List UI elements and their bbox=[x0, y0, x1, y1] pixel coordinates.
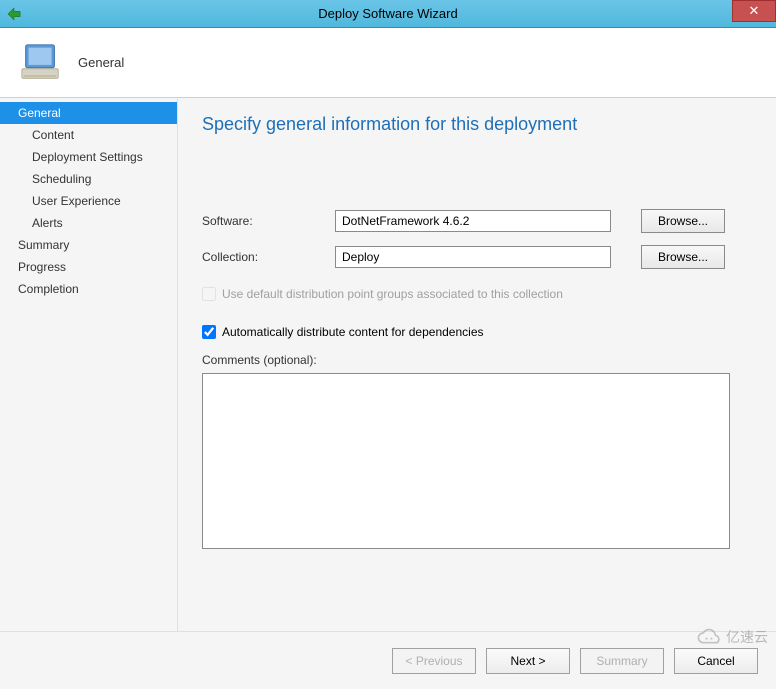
nav-item-completion[interactable]: Completion bbox=[0, 278, 177, 300]
app-icon bbox=[0, 7, 28, 21]
close-button[interactable]: ✕ bbox=[732, 0, 776, 22]
software-label: Software: bbox=[202, 214, 327, 228]
computer-icon bbox=[18, 40, 64, 86]
nav-item-content[interactable]: Content bbox=[0, 124, 177, 146]
auto-dist-checkbox-row[interactable]: Automatically distribute content for dep… bbox=[202, 325, 752, 339]
default-dist-checkbox bbox=[202, 287, 216, 301]
browse-collection-button[interactable]: Browse... bbox=[641, 245, 725, 269]
wizard-content: Specify general information for this dep… bbox=[178, 98, 776, 631]
auto-dist-label: Automatically distribute content for dep… bbox=[222, 325, 484, 339]
collection-row: Collection: Browse... bbox=[202, 245, 752, 269]
close-icon: ✕ bbox=[749, 3, 760, 19]
browse-software-button[interactable]: Browse... bbox=[641, 209, 725, 233]
auto-dist-checkbox[interactable] bbox=[202, 325, 216, 339]
software-input[interactable] bbox=[335, 210, 611, 232]
previous-button: < Previous bbox=[392, 648, 476, 674]
collection-input[interactable] bbox=[335, 246, 611, 268]
wizard-footer: < Previous Next > Summary Cancel bbox=[0, 631, 776, 689]
titlebar: Deploy Software Wizard ✕ bbox=[0, 0, 776, 28]
default-dist-label: Use default distribution point groups as… bbox=[222, 287, 563, 301]
main-area: GeneralContentDeployment SettingsSchedul… bbox=[0, 98, 776, 631]
cancel-button[interactable]: Cancel bbox=[674, 648, 758, 674]
comments-label: Comments (optional): bbox=[202, 353, 752, 367]
summary-button: Summary bbox=[580, 648, 664, 674]
nav-item-general[interactable]: General bbox=[0, 102, 177, 124]
nav-item-deployment-settings[interactable]: Deployment Settings bbox=[0, 146, 177, 168]
nav-item-alerts[interactable]: Alerts bbox=[0, 212, 177, 234]
next-button[interactable]: Next > bbox=[486, 648, 570, 674]
nav-item-user-experience[interactable]: User Experience bbox=[0, 190, 177, 212]
header: General bbox=[0, 28, 776, 98]
default-dist-checkbox-row: Use default distribution point groups as… bbox=[202, 287, 752, 301]
nav-item-summary[interactable]: Summary bbox=[0, 234, 177, 256]
nav-item-scheduling[interactable]: Scheduling bbox=[0, 168, 177, 190]
comments-textarea[interactable] bbox=[202, 373, 730, 549]
content-title: Specify general information for this dep… bbox=[202, 114, 752, 135]
software-row: Software: Browse... bbox=[202, 209, 752, 233]
page-heading: General bbox=[78, 55, 124, 70]
collection-label: Collection: bbox=[202, 250, 327, 264]
wizard-nav: GeneralContentDeployment SettingsSchedul… bbox=[0, 98, 178, 631]
window-title: Deploy Software Wizard bbox=[0, 6, 776, 21]
nav-item-progress[interactable]: Progress bbox=[0, 256, 177, 278]
